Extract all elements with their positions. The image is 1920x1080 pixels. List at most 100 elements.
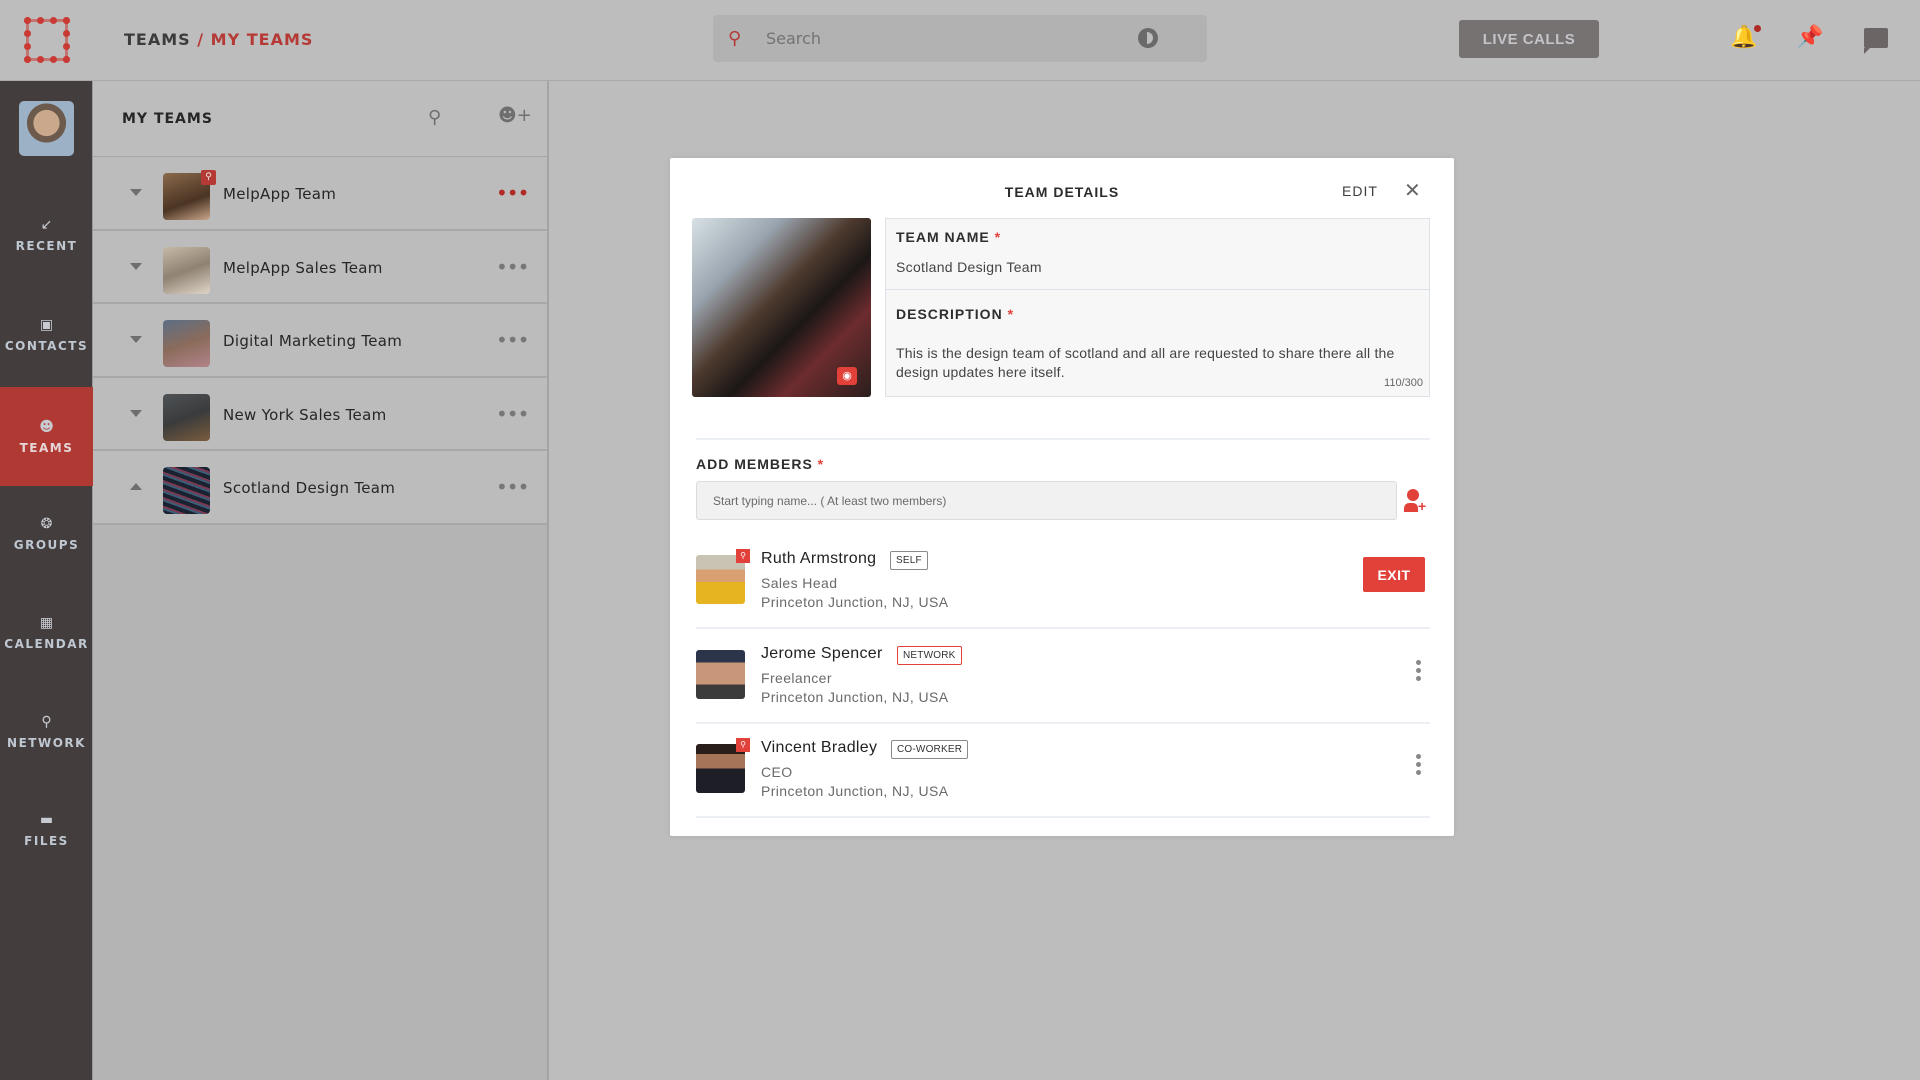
add-members-label: ADD MEMBERS * (696, 456, 825, 472)
description-label: DESCRIPTION * (896, 306, 1015, 322)
more-options-icon[interactable]: ••• (496, 402, 529, 426)
search-icon: ⚲ (728, 28, 742, 49)
team-row[interactable]: Scotland Design Team ••• (93, 451, 547, 525)
divider (696, 438, 1430, 440)
rail-item-groups[interactable]: ❂ GROUPS (0, 484, 93, 583)
more-options-icon[interactable] (1416, 754, 1424, 778)
rail-item-label: TEAMS (19, 440, 74, 455)
theme-toggle-icon[interactable] (1138, 28, 1158, 48)
divider (696, 627, 1430, 629)
more-options-icon[interactable]: ••• (496, 475, 529, 499)
more-options-icon[interactable]: ••• (496, 328, 529, 352)
team-row[interactable]: New York Sales Team ••• (93, 377, 547, 451)
teams-panel-title: MY TEAMS (122, 111, 213, 127)
team-row[interactable]: ⚲ MelpApp Team ••• (93, 157, 547, 231)
team-name: New York Sales Team (223, 405, 387, 424)
team-name: MelpApp Team (223, 185, 337, 203)
team-thumbnail (163, 320, 210, 367)
team-thumbnail (163, 246, 210, 294)
network-icon: ⚲ (41, 713, 52, 730)
more-options-icon[interactable] (1416, 660, 1424, 684)
nav-rail: ↙ RECENT ▣ CONTACTS ☻ TEAMS ❂ GROUPS ▦ C… (0, 0, 93, 1080)
breadcrumb-root[interactable]: TEAMS (124, 30, 191, 49)
more-options-icon[interactable]: ••• (496, 255, 529, 279)
add-team-icon[interactable]: ☻+ (498, 105, 532, 126)
recent-arrow-icon: ↙ (40, 216, 53, 233)
teams-icon: ☻ (39, 418, 54, 435)
chevron-down-icon[interactable] (130, 409, 142, 417)
member-avatar[interactable] (696, 650, 745, 699)
rail-item-recent[interactable]: ↙ RECENT (0, 185, 93, 284)
breadcrumb-current: MY TEAMS (210, 30, 314, 49)
team-name-label: TEAM NAME * (896, 229, 1002, 245)
relation-badge: NETWORK (897, 646, 962, 665)
notification-badge (1754, 25, 1761, 32)
camera-icon[interactable]: ◉ (837, 367, 857, 385)
description-value: This is the design team of scotland and … (896, 345, 1395, 380)
exit-team-button[interactable]: EXIT (1363, 557, 1425, 592)
chevron-down-icon[interactable] (130, 262, 142, 270)
rail-item-label: FILES (24, 833, 69, 848)
team-name: Digital Marketing Team (223, 332, 403, 350)
pin-icon[interactable]: 📌 (1796, 26, 1823, 50)
team-fields: TEAM NAME * Scotland Design Team DESCRIP… (885, 218, 1430, 397)
description-field[interactable]: DESCRIPTION * This is the design team of… (886, 290, 1429, 396)
member-location: Princeton Junction, NJ, USA (761, 783, 949, 799)
team-photo: ◉ (692, 218, 871, 397)
member-role: CEO (761, 764, 793, 780)
team-thumbnail (163, 467, 210, 514)
search-icon[interactable]: ⚲ (428, 107, 441, 128)
rail-item-teams[interactable]: ☻ TEAMS (0, 387, 93, 486)
char-count: 110/300 (1384, 377, 1423, 389)
rail-item-label: CONTACTS (4, 338, 89, 353)
team-name-value: Scotland Design Team (896, 259, 1042, 275)
rail-item-label: CALENDAR (4, 636, 89, 651)
close-icon[interactable]: ✕ (1404, 178, 1421, 203)
contacts-book-icon: ▣ (39, 316, 54, 333)
rail-item-files[interactable]: ▬ FILES (0, 780, 93, 879)
rail-item-label: GROUPS (13, 537, 80, 552)
rail-item-network[interactable]: ⚲ NETWORK (0, 682, 93, 781)
member-role: Sales Head (761, 575, 838, 591)
groups-icon: ❂ (40, 515, 53, 532)
admin-key-icon: ⚲ (736, 549, 750, 563)
member-name[interactable]: Jerome Spencer (761, 645, 883, 663)
team-thumbnail (163, 393, 210, 441)
search-input[interactable] (766, 29, 1166, 48)
folder-icon: ▬ (39, 811, 54, 828)
member-row: ⚲ Ruth Armstrong SELF Sales Head Princet… (696, 535, 1430, 629)
team-row[interactable]: MelpApp Sales Team ••• (93, 230, 547, 304)
member-name[interactable]: Ruth Armstrong (761, 550, 876, 568)
app-logo-icon (23, 17, 70, 63)
team-row[interactable]: Digital Marketing Team ••• (93, 304, 547, 378)
edit-button[interactable]: EDIT (1342, 183, 1378, 199)
member-name[interactable]: Vincent Bradley (761, 739, 877, 757)
modal-title: TEAM DETAILS (1004, 184, 1120, 200)
teams-panel: MY TEAMS ⚲ ☻+ ⚲ MelpApp Team ••• MelpApp… (93, 81, 549, 1080)
chevron-down-icon[interactable] (130, 189, 142, 196)
more-options-icon[interactable]: ••• (496, 181, 529, 205)
chevron-up-icon[interactable] (130, 483, 142, 490)
add-members-input[interactable] (696, 481, 1397, 520)
logo[interactable] (0, 0, 93, 81)
rail-item-calendar[interactable]: ▦ CALENDAR (0, 583, 93, 682)
member-row: Jerome Spencer NETWORK Freelancer Prince… (696, 630, 1430, 724)
team-details-modal: TEAM DETAILS EDIT ✕ ◉ TEAM NAME * Scotla… (670, 158, 1454, 836)
calendar-icon: ▦ (39, 614, 54, 631)
add-member-icon[interactable]: + (1402, 489, 1428, 515)
global-search: ⚲ (713, 15, 1207, 62)
divider (696, 816, 1430, 818)
member-location: Princeton Junction, NJ, USA (761, 689, 949, 705)
member-role: Freelancer (761, 670, 832, 686)
chevron-down-icon[interactable] (130, 336, 142, 343)
relation-badge: SELF (890, 551, 928, 570)
team-name: MelpApp Sales Team (223, 258, 383, 277)
user-avatar[interactable] (19, 101, 74, 156)
chat-icon[interactable] (1864, 28, 1888, 54)
team-name-field[interactable]: TEAM NAME * Scotland Design Team (886, 219, 1429, 290)
teams-panel-header: MY TEAMS ⚲ ☻+ (93, 81, 547, 157)
rail-item-label: RECENT (15, 238, 78, 253)
live-calls-button[interactable]: LIVE CALLS (1459, 20, 1599, 58)
rail-item-contacts[interactable]: ▣ CONTACTS (0, 285, 93, 384)
relation-badge: CO-WORKER (891, 740, 969, 759)
